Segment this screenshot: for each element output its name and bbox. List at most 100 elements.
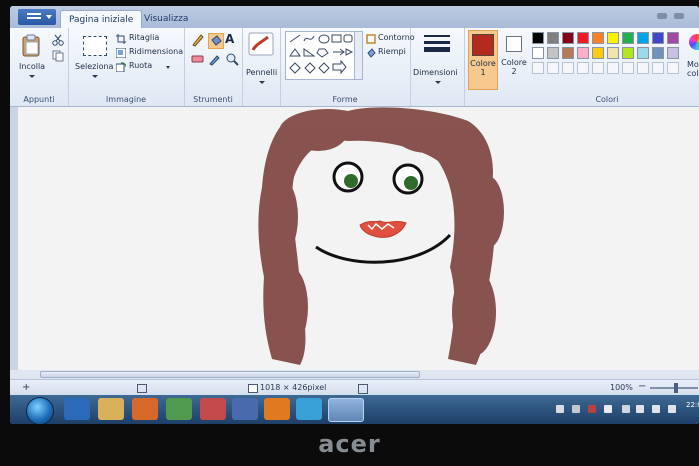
add-icon: + — [22, 382, 31, 393]
brushes-button[interactable]: Pennelli — [242, 28, 281, 106]
disk-icon — [358, 384, 368, 394]
network-icon[interactable] — [636, 405, 644, 413]
title-bar: Pagina iniziale Visualizza — [10, 6, 699, 29]
palette-swatch[interactable] — [622, 47, 634, 59]
tab-home[interactable]: Pagina iniziale — [60, 10, 143, 29]
palette-swatch[interactable] — [577, 47, 589, 59]
palette-swatch[interactable] — [667, 32, 679, 44]
media-player-icon[interactable] — [132, 398, 158, 420]
copy-icon[interactable] — [52, 50, 64, 62]
palette-swatch[interactable] — [547, 47, 559, 59]
clipboard-icon — [22, 34, 40, 57]
palette-swatch[interactable] — [667, 47, 679, 59]
custom-color-slot[interactable] — [607, 62, 619, 74]
paint-menu-button[interactable] — [18, 9, 56, 25]
size-button[interactable]: Dimensioni — [410, 28, 465, 106]
outline-icon — [366, 34, 376, 44]
palette-swatch[interactable] — [532, 32, 544, 44]
fill-dropdown[interactable]: Riempi — [366, 47, 410, 60]
photo-app-icon[interactable] — [200, 398, 226, 420]
custom-color-slot[interactable] — [622, 62, 634, 74]
palette-swatch[interactable] — [577, 32, 589, 44]
crop-button[interactable]: Ritaglia — [116, 32, 182, 45]
volume-icon[interactable] — [652, 405, 660, 413]
palette-swatch[interactable] — [607, 32, 619, 44]
cut-icon[interactable] — [52, 34, 64, 46]
tray-icon-1[interactable] — [556, 405, 564, 413]
custom-color-slot[interactable] — [667, 62, 679, 74]
flag-icon[interactable] — [604, 405, 612, 413]
select-button[interactable]: Seleziona — [74, 34, 116, 82]
zoom-slider-thumb[interactable] — [674, 383, 678, 393]
eraser-icon[interactable] — [191, 53, 205, 65]
custom-color-slot[interactable] — [532, 62, 544, 74]
messenger-icon[interactable] — [296, 398, 322, 420]
edit-colors-button[interactable]: Modifi colori — [685, 32, 699, 88]
battery-icon[interactable] — [622, 405, 630, 413]
crop-label: Ritaglia — [129, 33, 160, 42]
color2-button[interactable]: Colore 2 — [500, 30, 528, 88]
color-palette — [532, 32, 682, 82]
start-button[interactable] — [26, 397, 54, 424]
custom-color-slot[interactable] — [637, 62, 649, 74]
vlc-icon[interactable] — [264, 398, 290, 420]
color-wheel-icon — [689, 34, 699, 50]
palette-swatch[interactable] — [637, 32, 649, 44]
resize-button[interactable]: Ridimensiona — [116, 46, 184, 59]
fill-bucket-icon[interactable] — [208, 33, 224, 49]
color-picker-icon[interactable] — [208, 52, 222, 66]
scroll-thumb[interactable] — [40, 371, 420, 378]
zoom-out-icon[interactable]: − — [638, 381, 646, 392]
internet-explorer-icon[interactable] — [64, 398, 90, 420]
pencil-icon[interactable] — [191, 33, 205, 47]
color2-label: Colore 2 — [501, 58, 527, 76]
palette-swatch[interactable] — [652, 32, 664, 44]
fill-label: Riempi — [378, 47, 406, 56]
zoom-level: 100% — [610, 383, 633, 392]
palette-swatch[interactable] — [532, 47, 544, 59]
palette-swatch[interactable] — [592, 47, 604, 59]
shapes-gallery[interactable] — [285, 31, 355, 80]
paint-taskbar-button[interactable] — [328, 398, 364, 422]
resize-icon — [116, 48, 126, 58]
custom-color-slot[interactable] — [577, 62, 589, 74]
tray-icon-2[interactable] — [572, 405, 580, 413]
palette-swatch[interactable] — [547, 32, 559, 44]
magnifier-icon[interactable] — [225, 52, 239, 66]
horizontal-scrollbar[interactable] — [10, 370, 699, 379]
help-icon[interactable] — [674, 13, 684, 19]
palette-swatch[interactable] — [592, 32, 604, 44]
custom-color-slot[interactable] — [592, 62, 604, 74]
group-colors: Colore 1 Colore 2 Modifi colori Colori — [464, 28, 699, 106]
outline-dropdown[interactable]: Contorno — [366, 33, 415, 46]
palette-swatch[interactable] — [607, 47, 619, 59]
drawing-canvas[interactable] — [18, 107, 699, 371]
resize-label: Ridimensiona — [129, 47, 184, 56]
spreadsheet-icon[interactable] — [166, 398, 192, 420]
minimize-ribbon-icon[interactable] — [657, 13, 667, 19]
tab-view[interactable]: Visualizza — [136, 10, 196, 28]
chevron-down-icon — [46, 15, 52, 19]
palette-swatch[interactable] — [622, 32, 634, 44]
custom-color-slot[interactable] — [652, 62, 664, 74]
rotate-button[interactable]: Ruota — [116, 60, 182, 73]
tray-icon-3[interactable] — [588, 405, 596, 413]
color1-button[interactable]: Colore 1 — [468, 30, 498, 90]
shapes-group-label: Forme — [332, 95, 358, 104]
group-shapes: Contorno Riempi Forme — [280, 28, 415, 106]
palette-swatch[interactable] — [652, 47, 664, 59]
text-tool-icon[interactable]: A — [225, 32, 234, 46]
palette-swatch[interactable] — [637, 47, 649, 59]
media-center-icon[interactable] — [232, 398, 258, 420]
palette-swatch[interactable] — [562, 47, 574, 59]
line-size-icon — [424, 35, 450, 52]
palette-swatch[interactable] — [562, 32, 574, 44]
custom-color-slot[interactable] — [562, 62, 574, 74]
file-explorer-icon[interactable] — [98, 398, 124, 420]
tray-icon-8[interactable] — [668, 405, 676, 413]
chevron-down-icon — [92, 75, 98, 78]
shapes-scroll[interactable] — [354, 31, 363, 80]
custom-color-slot[interactable] — [547, 62, 559, 74]
paste-button[interactable]: Incolla — [16, 34, 48, 82]
fill-icon — [367, 48, 376, 58]
